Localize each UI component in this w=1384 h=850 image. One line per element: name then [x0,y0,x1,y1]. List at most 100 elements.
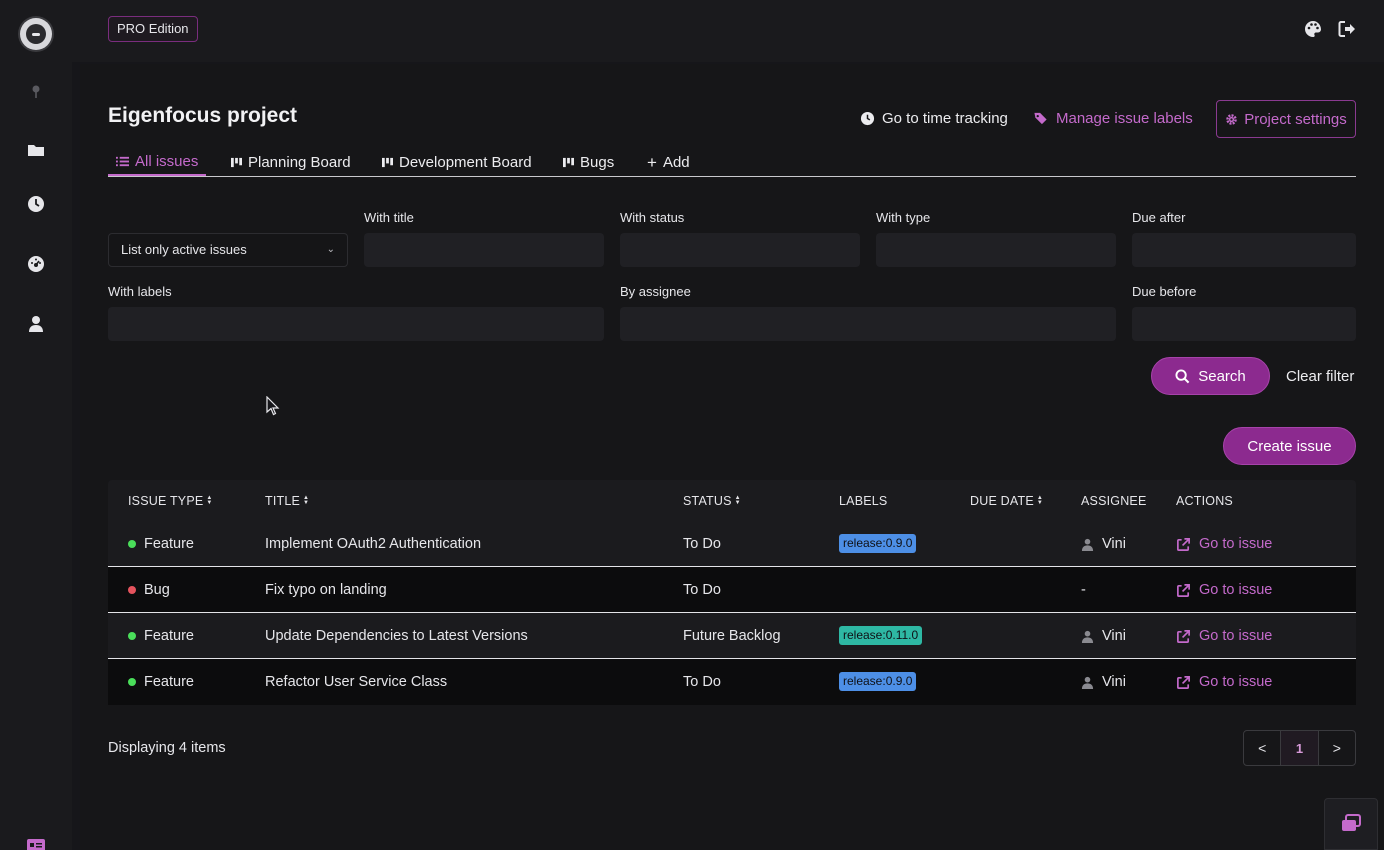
tab-all-issues[interactable]: All issues [108,148,207,176]
select-value: List only active issues [121,242,247,257]
issue-type-cell: Feature [128,536,194,552]
sort-icon: ▲ ▼ [734,495,741,506]
with-status-label: With status [620,210,685,225]
go-to-issue-label: Go to issue [1199,536,1273,552]
due-after-input[interactable] [1132,233,1356,267]
by-assignee-label: By assignee [620,284,691,299]
dashboard-icon[interactable] [26,254,46,274]
assignee-name: - [1081,582,1086,598]
clock-icon [860,111,875,126]
assignee-cell: - [1081,582,1086,598]
issue-type-cell: Feature [128,628,194,644]
issue-type-cell: Feature [128,674,194,690]
app-logo[interactable] [20,18,52,50]
external-link-icon [1177,583,1190,597]
folder-icon[interactable] [26,140,46,160]
header-label: STATUS [683,494,732,508]
tab-add[interactable]: + Add [647,148,690,176]
with-type-input[interactable] [876,233,1116,267]
current-page[interactable]: 1 [1280,731,1319,765]
active-issues-select[interactable]: List only active issues ⌄ [108,233,348,267]
go-to-issue-label: Go to issue [1199,628,1273,644]
with-type-label: With type [876,210,931,225]
board-icon [563,157,574,167]
header-label: LABELS [839,494,888,508]
external-link-icon [1177,629,1190,643]
search-icon [1175,368,1190,383]
board-icon [382,157,393,167]
time-tracking-link[interactable]: Go to time tracking [860,110,1008,127]
issue-type: Bug [144,582,170,598]
header-title[interactable]: TITLE ▲ ▼ [265,494,309,508]
with-status-input[interactable] [620,233,860,267]
user-icon [1081,676,1094,689]
create-issue-button[interactable]: Create issue [1223,427,1356,465]
table-row: Feature Refactor User Service Class To D… [108,659,1356,705]
issue-type: Feature [144,628,194,644]
with-labels-label: With labels [108,284,172,299]
windows-toggle-button[interactable] [1324,798,1378,850]
project-settings-button[interactable]: Project settings [1216,100,1356,138]
page-title: Eigenfocus project [108,104,298,127]
due-before-input[interactable] [1132,307,1356,341]
pin-icon[interactable] [26,82,46,102]
header-due-date[interactable]: DUE DATE ▲ ▼ [970,494,1043,508]
with-labels-input[interactable] [108,307,604,341]
with-title-input[interactable] [364,233,604,267]
go-to-issue-link[interactable]: Go to issue [1176,582,1272,598]
tab-label: All issues [135,152,199,170]
manage-labels-link[interactable]: Manage issue labels [1033,110,1193,127]
id-card-icon[interactable] [27,838,45,850]
topbar: PRO Edition [72,0,1384,62]
label-badge: release:0.11.0 [839,626,923,645]
logout-icon[interactable] [1337,19,1357,39]
type-dot [128,632,136,640]
user-icon[interactable] [26,314,46,334]
main-panel [80,64,1384,850]
header-label: TITLE [265,494,301,508]
type-dot [128,540,136,548]
list-icon [116,156,129,166]
issue-status: To Do [683,582,721,598]
sidebar [0,0,72,850]
prev-page-button[interactable]: < [1244,731,1280,765]
due-after-label: Due after [1132,210,1186,225]
clock-icon[interactable] [26,194,46,214]
chevron-down-icon: ⌄ [326,244,335,255]
palette-icon[interactable] [1303,19,1323,39]
assignee-cell: Vini [1081,674,1126,690]
pro-edition-badge[interactable]: PRO Edition [108,16,198,42]
go-to-issue-link[interactable]: Go to issue [1176,628,1272,644]
assignee-cell: Vini [1081,536,1126,552]
assignee-name: Vini [1102,674,1126,690]
go-to-issue-link[interactable]: Go to issue [1176,674,1272,690]
search-button[interactable]: Search [1151,357,1270,395]
type-dot [128,678,136,686]
issue-type: Feature [144,674,194,690]
label-badge: release:0.9.0 [839,672,917,691]
label-badge: release:0.9.0 [839,534,917,553]
labels-cell: release:0.11.0 [839,626,923,645]
header-label: ASSIGNEE [1081,494,1147,508]
by-assignee-input[interactable] [620,307,1116,341]
issue-title: Fix typo on landing [265,582,387,598]
assignee-cell: Vini [1081,628,1126,644]
due-before-label: Due before [1132,284,1197,299]
items-count: Displaying 4 items [108,740,226,756]
clear-filter-button[interactable]: Clear filter [1286,368,1354,385]
type-dot [128,586,136,594]
tab-development-board[interactable]: Development Board [382,148,532,176]
table-header: ISSUE TYPE ▲ ▼ TITLE ▲ ▼ STATUS ▲ ▼ LABELS DUE… [108,480,1356,521]
header-assignee: ASSIGNEE [1081,494,1147,508]
issue-type-cell: Bug [128,582,170,598]
header-label: DUE DATE [970,494,1034,508]
tab-planning-board[interactable]: Planning Board [231,148,351,176]
external-link-icon [1177,675,1190,689]
user-icon [1081,538,1094,551]
go-to-issue-link[interactable]: Go to issue [1176,536,1272,552]
tab-bugs[interactable]: Bugs [563,148,614,176]
header-issue-type[interactable]: ISSUE TYPE ▲ ▼ [128,494,213,508]
next-page-button[interactable]: > [1319,731,1355,765]
sort-icon: ▲ ▼ [1036,495,1044,506]
header-status[interactable]: STATUS ▲ ▼ [683,494,741,508]
